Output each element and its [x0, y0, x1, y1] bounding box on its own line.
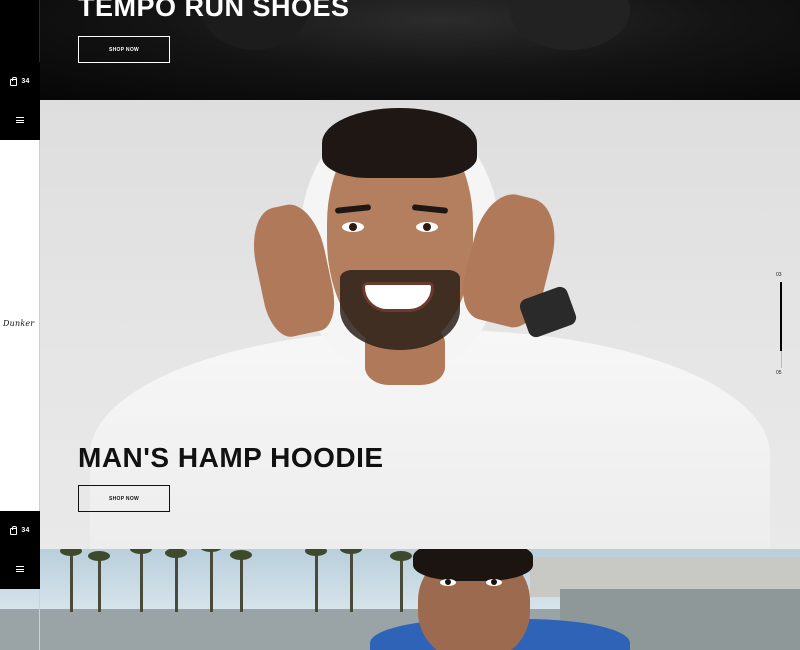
cart-count: 34 [21, 526, 30, 534]
hero-image-shape [510, 0, 630, 50]
sidebar: 34 [0, 0, 40, 100]
cart-button[interactable]: 34 [0, 511, 40, 549]
slide-court [0, 549, 800, 650]
slide-title: TEMPO RUN SHOES [78, 0, 350, 22]
hamburger-icon [16, 117, 24, 123]
brand-logo[interactable]: Dunker [3, 319, 34, 328]
sidebar [0, 549, 40, 650]
sidebar: Dunker 34 [0, 100, 40, 549]
shopping-bag-icon [10, 525, 18, 535]
slide-tempo-run-shoes: 34 TEMPO RUN SHOES SHOP NOW [0, 0, 800, 100]
hamburger-icon [16, 566, 24, 572]
cart-count: 34 [21, 77, 30, 85]
shopping-bag-icon [10, 76, 18, 86]
cart-button[interactable]: 34 [0, 62, 40, 100]
pager-total: 05 [776, 370, 782, 376]
menu-button[interactable] [0, 100, 40, 140]
slide-pager[interactable]: 03 05 [776, 272, 786, 376]
pager-current: 03 [776, 272, 782, 278]
slide-mans-hamp-hoodie: Dunker 34 MAN'S HAMP HOODIE SHOP NOW 03 … [0, 100, 800, 549]
slide-title: MAN'S HAMP HOODIE [78, 442, 384, 473]
pager-progress [780, 282, 782, 351]
shop-now-button[interactable]: SHOP NOW [78, 36, 170, 63]
shop-now-button[interactable]: SHOP NOW [78, 485, 170, 512]
menu-button[interactable] [0, 549, 40, 589]
